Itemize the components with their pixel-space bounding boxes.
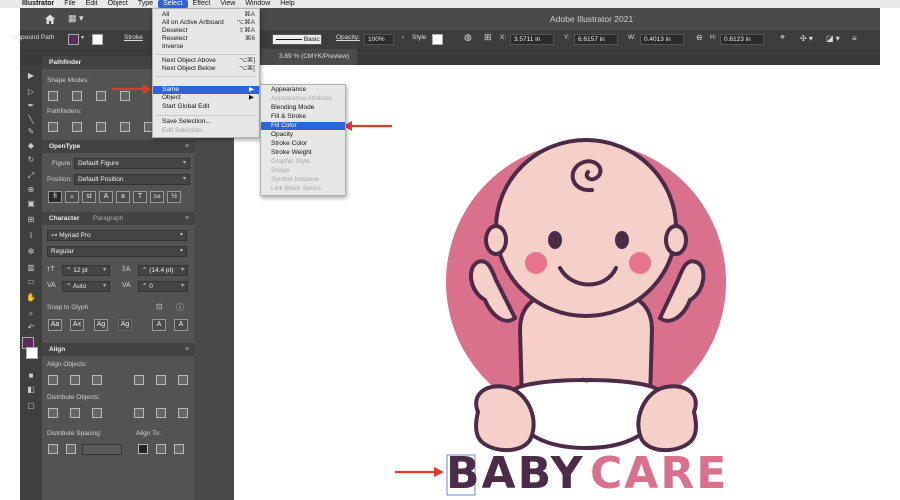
submenu-item-symbol-instance: Symbol Instance [271,176,320,183]
submenu-item-link-block-series: Link Block Series [271,185,321,192]
submenu-arrow-icon: ▶ [249,86,254,93]
submenu-item-blending-mode[interactable]: Blending Mode [261,104,345,112]
menu-item-save-selection[interactable]: Save Selection... [153,118,259,126]
submenu-item-stroke-color[interactable]: Stroke Color [261,140,345,148]
logo-word-care[interactable]: CARE [590,448,728,500]
menu-item-next-object-above[interactable]: Next Object Above ⌥⌘] [153,57,259,65]
menu-separator [156,76,256,77]
select-menu: All ⌘A All on Active Artboard ⌥⌘A Deselect… [152,8,260,138]
menu-item-edit-selection: Edit Selection... [162,127,208,134]
submenu-item-graphic-style: Graphic Style [271,158,311,165]
artwork-layer [112,84,726,496]
menu-separator [156,54,256,55]
submenu-item-fill-color[interactable]: Fill Color [261,122,345,131]
submenu-item-appearance[interactable]: Appearance [261,86,345,94]
menu-item-object[interactable]: Object ▶ [153,94,259,102]
submenu-item-opacity[interactable]: Opacity [261,131,345,139]
menu-item-same[interactable]: Same ▶ [153,86,259,94]
submenu-item-appearance-attribute: Appearance Attribute [271,95,332,102]
menu-item-reselect[interactable]: Reselect ⌘6 [153,35,259,43]
same-submenu: Appearance Appearance Attribute Blending… [260,84,346,196]
arrow-to-same-menu [112,84,152,94]
arrow-to-b-letter [395,467,444,477]
submenu-item-stroke-weight[interactable]: Stroke Weight [261,149,345,157]
submenu-item-fill-stroke[interactable]: Fill & Stroke [261,113,345,121]
menu-item-inverse[interactable]: Inverse [153,43,259,51]
illustrator-window: Illustrator File Edit Object Type Select… [0,0,900,500]
menu-item-all[interactable]: All ⌘A [153,11,259,19]
arrow-to-fill-color [343,121,392,131]
menu-item-all-on-artboard[interactable]: All on Active Artboard ⌥⌘A [153,19,259,27]
menu-separator [156,115,256,116]
submenu-item-shape: Shape [271,167,290,174]
menu-item-next-object-below[interactable]: Next Object Below ⌥⌘[ [153,65,259,73]
menu-item-start-global-edit[interactable]: Start Global Edit [153,103,259,111]
submenu-arrow-icon: ▶ [249,94,254,101]
menu-item-deselect[interactable]: Deselect ⇧⌘A [153,27,259,35]
logo-word-baby[interactable]: BABY [446,448,585,500]
